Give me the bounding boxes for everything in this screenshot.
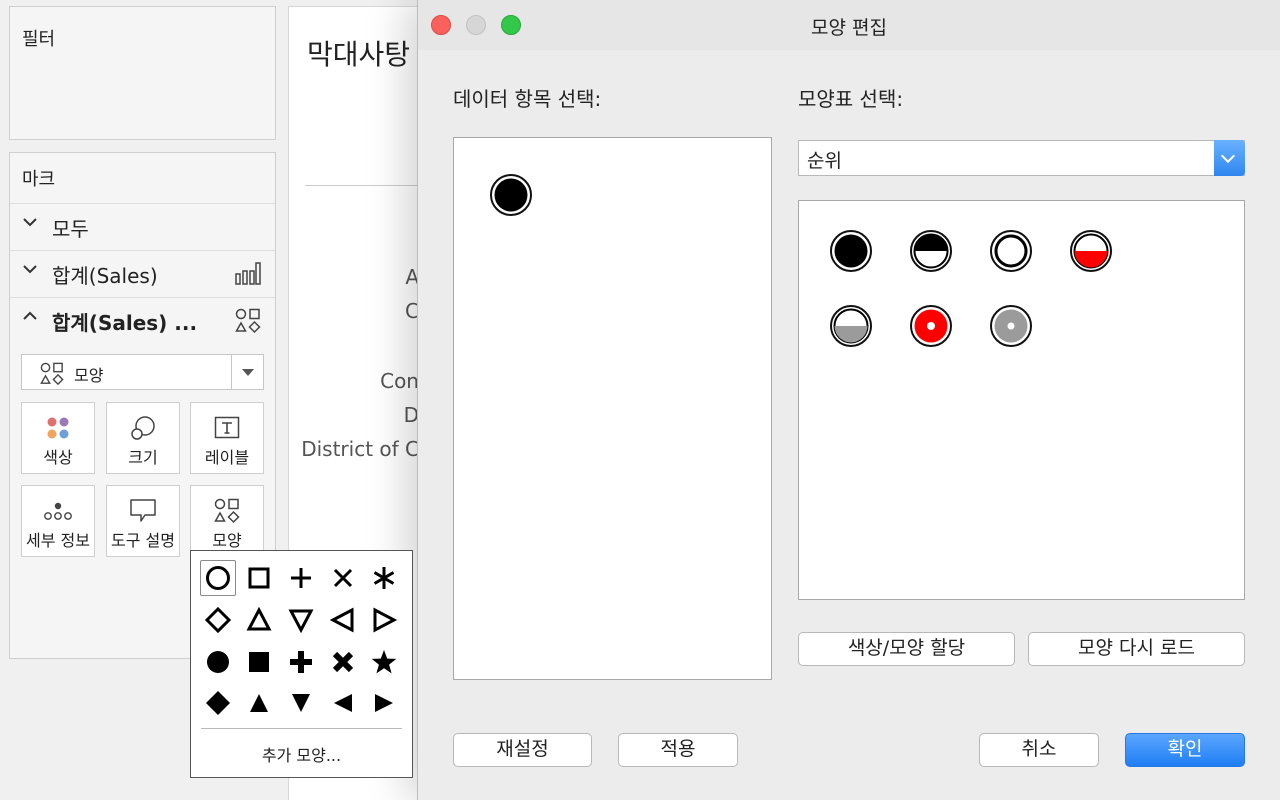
chevron-down-icon[interactable] xyxy=(22,261,38,282)
marks-row-all[interactable]: 모두 xyxy=(10,203,275,250)
cross-filled-icon[interactable] xyxy=(325,644,361,680)
palette-label: 모양표 선택: xyxy=(798,87,904,111)
triangle-up-outline-icon[interactable] xyxy=(241,602,277,638)
row-label: Con xyxy=(380,369,419,393)
label-card[interactable]: 레이블 xyxy=(190,402,264,474)
dialog-title: 모양 편집 xyxy=(811,17,887,39)
rank-gray-dot-icon[interactable] xyxy=(989,304,1033,348)
palette-shapes-grid xyxy=(798,200,1245,600)
card-label: 레이블 xyxy=(204,448,250,467)
rank-half-red-icon[interactable] xyxy=(1069,229,1113,273)
data-item-selected[interactable] xyxy=(489,173,533,217)
data-item-label: 데이터 항목 선택: xyxy=(453,87,602,111)
rank-half-black-icon[interactable] xyxy=(909,229,953,273)
filters-shelf[interactable]: 필터 xyxy=(9,6,276,140)
mark-type-dropdown[interactable]: 모양 xyxy=(21,354,264,390)
more-shapes-link[interactable]: 추가 모양... xyxy=(191,742,412,766)
shapes-icon xyxy=(235,308,261,339)
chevron-down-icon[interactable] xyxy=(1214,140,1245,176)
color-card[interactable]: 색상 xyxy=(21,402,95,474)
ok-button[interactable]: 확인 xyxy=(1125,733,1245,767)
square-outline-icon[interactable] xyxy=(241,560,277,596)
marks-row-sales-bar[interactable]: 합계(Sales) xyxy=(10,250,275,297)
chevron-up-icon[interactable] xyxy=(22,308,38,329)
bar-chart-icon xyxy=(235,261,261,290)
apply-button[interactable]: 적용 xyxy=(618,733,738,767)
edit-shape-dialog: 모양 편집 데이터 항목 선택: 모양표 선택: 순위 색상/모양 할당 모양 … xyxy=(417,0,1280,800)
data-item-list[interactable] xyxy=(453,137,772,680)
color-dots-icon xyxy=(22,415,94,443)
triangle-left-outline-icon[interactable] xyxy=(325,602,361,638)
text-label-icon xyxy=(191,415,263,443)
sheet-title: 막대사탕 xyxy=(307,38,411,71)
plus-icon[interactable] xyxy=(283,560,319,596)
tooltip-card[interactable]: 도구 설명 xyxy=(106,485,180,557)
rank-half-gray-icon[interactable] xyxy=(829,304,873,348)
triangle-down-outline-icon[interactable] xyxy=(283,602,319,638)
dropdown-arrow-icon[interactable] xyxy=(231,355,263,389)
marks-row-label: 합계(Sales) xyxy=(52,264,158,288)
shapes-icon xyxy=(191,498,263,526)
circle-outline-icon[interactable] xyxy=(200,560,236,596)
rank-ring-icon[interactable] xyxy=(989,229,1033,273)
shape-palette-popup: 추가 모양... xyxy=(190,550,413,778)
diamond-filled-icon[interactable] xyxy=(200,685,236,721)
triangle-right-outline-icon[interactable] xyxy=(366,602,402,638)
palette-select[interactable]: 순위 xyxy=(798,140,1245,176)
mark-type-label: 모양 xyxy=(74,366,104,385)
triangle-right-filled-icon[interactable] xyxy=(366,685,402,721)
reload-shapes-button[interactable]: 모양 다시 로드 xyxy=(1028,632,1245,666)
marks-title: 마크 xyxy=(22,169,56,190)
star-filled-icon[interactable] xyxy=(366,644,402,680)
reset-button[interactable]: 재설정 xyxy=(453,733,592,767)
shapes-icon xyxy=(40,362,64,390)
triangle-up-filled-icon[interactable] xyxy=(241,685,277,721)
cancel-button[interactable]: 취소 xyxy=(979,733,1099,767)
detail-card[interactable]: 세부 정보 xyxy=(21,485,95,557)
card-label: 세부 정보 xyxy=(26,531,90,550)
card-label: 색상 xyxy=(43,448,73,467)
size-card[interactable]: 크기 xyxy=(106,402,180,474)
rank-red-dot-icon[interactable] xyxy=(909,304,953,348)
dialog-titlebar[interactable]: 모양 편집 xyxy=(418,0,1280,50)
card-label: 모양 xyxy=(212,531,242,550)
diamond-outline-icon[interactable] xyxy=(200,602,236,638)
tooltip-bubble-icon xyxy=(107,498,179,526)
popup-divider xyxy=(201,728,402,729)
card-label: 도구 설명 xyxy=(111,531,175,550)
marks-row-label: 합계(Sales) ... xyxy=(52,311,198,335)
size-circles-icon xyxy=(107,415,179,443)
filters-title: 필터 xyxy=(22,29,56,50)
triangle-left-filled-icon[interactable] xyxy=(325,685,361,721)
shape-card[interactable]: 모양 xyxy=(190,485,264,557)
chevron-down-icon[interactable] xyxy=(22,214,38,235)
row-label: District of C xyxy=(301,437,419,461)
triangle-down-filled-icon[interactable] xyxy=(283,685,319,721)
rank-black-filled-icon[interactable] xyxy=(829,229,873,273)
palette-select-value: 순위 xyxy=(807,150,842,172)
marks-row-sales-shape[interactable]: 합계(Sales) ... xyxy=(10,297,275,344)
detail-dots-icon xyxy=(22,498,94,526)
circle-filled-icon[interactable] xyxy=(200,644,236,680)
asterisk-icon[interactable] xyxy=(366,560,402,596)
sheet-divider xyxy=(305,185,435,186)
assign-palette-button[interactable]: 색상/모양 할당 xyxy=(798,632,1015,666)
marks-row-label: 모두 xyxy=(52,217,89,241)
plus-filled-icon[interactable] xyxy=(283,644,319,680)
card-label: 크기 xyxy=(128,448,158,467)
cross-icon[interactable] xyxy=(325,560,361,596)
square-filled-icon[interactable] xyxy=(241,644,277,680)
